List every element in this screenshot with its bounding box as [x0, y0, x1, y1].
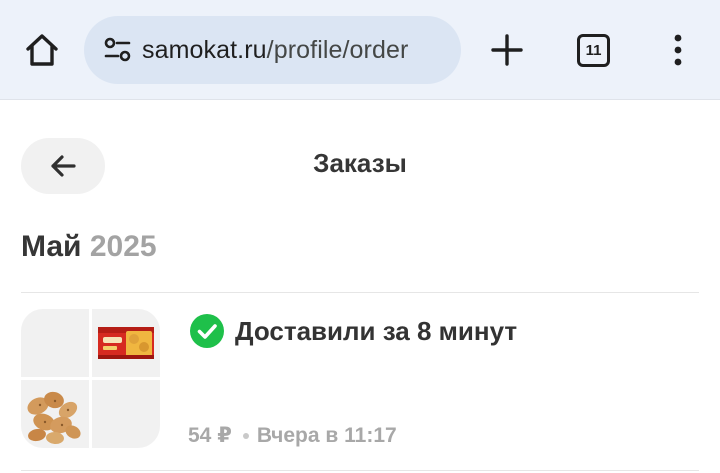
- month-year: 2025: [89, 230, 157, 263]
- tab-switcher-button[interactable]: 11: [577, 34, 610, 67]
- order-card[interactable]: Доставили за 8 минут 54 ₽ Вчера в 11:17: [21, 309, 699, 451]
- order-price: 54 ₽: [188, 424, 232, 447]
- month-name: Май: [21, 230, 82, 263]
- cookies-image: [21, 380, 89, 448]
- site-settings-icon[interactable]: [100, 32, 136, 68]
- order-status: Доставили за 8 минут: [190, 314, 517, 348]
- order-meta: 54 ₽ Вчера в 11:17: [188, 423, 397, 448]
- address-bar[interactable]: samokat.ru/profile/order: [84, 16, 461, 84]
- more-menu-icon[interactable]: [664, 30, 692, 70]
- order-time: Вчера в 11:17: [256, 423, 397, 447]
- url-path: /profile/order: [266, 35, 409, 64]
- url-host: samokat.ru: [142, 35, 267, 64]
- home-icon[interactable]: [22, 30, 62, 70]
- order-thumbnails: [21, 309, 160, 450]
- check-circle-icon: [190, 314, 224, 348]
- separator-dot: [242, 432, 249, 439]
- divider: [21, 292, 699, 293]
- url-text[interactable]: samokat.ru/profile/order: [142, 36, 408, 65]
- cookie-pack-image: [92, 309, 160, 377]
- thumbnail-empty: [21, 309, 89, 377]
- month-heading: Май 2025: [21, 230, 157, 264]
- order-status-text: Доставили за 8 минут: [235, 315, 518, 346]
- page-title: Заказы: [313, 148, 407, 178]
- tab-count: 11: [585, 42, 602, 59]
- divider: [21, 470, 699, 471]
- thumbnail-empty: [92, 380, 160, 448]
- browser-toolbar: samokat.ru/profile/order 11: [0, 0, 720, 100]
- new-tab-icon[interactable]: [488, 31, 526, 69]
